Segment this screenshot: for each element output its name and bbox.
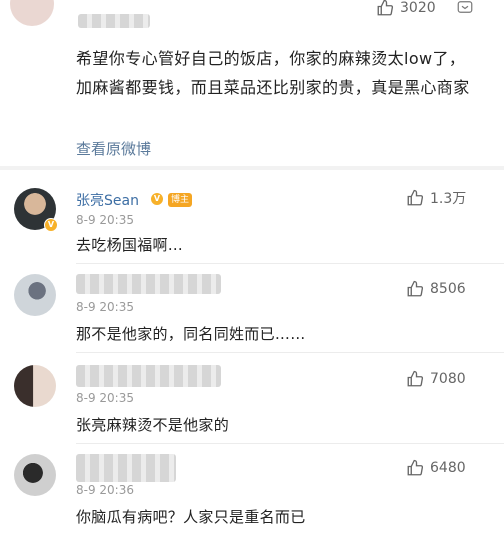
like-button[interactable]: 3020 (376, 0, 436, 17)
divider (76, 263, 504, 264)
avatar[interactable] (14, 365, 56, 407)
like-button[interactable]: 1.3万 (406, 188, 466, 208)
top-comment-card: 3020 希望你专心管好自己的饭店，你家的麻辣烫太low了，加麻酱都要钱，而且菜… (0, 0, 504, 166)
thumbs-up-icon (407, 189, 424, 206)
avatar[interactable] (10, 0, 54, 26)
like-count: 3020 (400, 0, 436, 16)
timestamp: 8-9 20:36 (76, 483, 134, 497)
comment-text: 张亮麻辣烫不是他家的 (76, 416, 230, 434)
like-count: 1.3万 (430, 191, 467, 207)
like-count: 7080 (430, 371, 466, 387)
like-button[interactable]: 8506 (406, 280, 466, 298)
author-badge: 博主 (168, 193, 193, 207)
thumbs-up-icon (407, 459, 424, 476)
reply-list: V 张亮Sean V 博主 8-9 20:35 去吃杨国福啊… 1.3万 8-9… (0, 170, 504, 534)
thumbs-up-icon (377, 0, 394, 16)
comment-text: 希望你专心管好自己的饭店，你家的麻辣烫太low了，加麻酱都要钱，而且菜品还比别家… (76, 49, 470, 97)
verified-v-icon: V (150, 192, 164, 206)
thumbs-up-icon (407, 370, 424, 387)
timestamp: 8-9 20:35 (76, 213, 134, 227)
like-count: 6480 (430, 460, 466, 476)
divider (76, 352, 504, 353)
avatar[interactable] (14, 454, 56, 496)
verified-v-icon: V (44, 218, 58, 232)
more-options-icon[interactable] (456, 0, 474, 16)
view-original-link[interactable]: 查看原微博 (76, 138, 151, 159)
like-button[interactable]: 7080 (406, 370, 466, 388)
blurred-username (78, 14, 150, 28)
username[interactable]: 张亮Sean (76, 190, 139, 210)
like-button[interactable]: 6480 (406, 459, 466, 477)
blurred-username (76, 365, 221, 387)
like-count: 8506 (430, 281, 466, 297)
comment-text: 你脑瓜有病吧？人家只是重名而已 (76, 508, 306, 526)
comment-text: 去吃杨国福啊… (76, 236, 184, 254)
divider (76, 443, 504, 444)
thumbs-up-icon (407, 280, 424, 297)
blurred-username (76, 454, 176, 482)
timestamp: 8-9 20:35 (76, 391, 134, 405)
comment-text: 那不是他家的，同名同姓而已…… (76, 325, 306, 343)
blurred-username (76, 274, 221, 294)
timestamp: 8-9 20:35 (76, 300, 134, 314)
avatar[interactable] (14, 274, 56, 316)
